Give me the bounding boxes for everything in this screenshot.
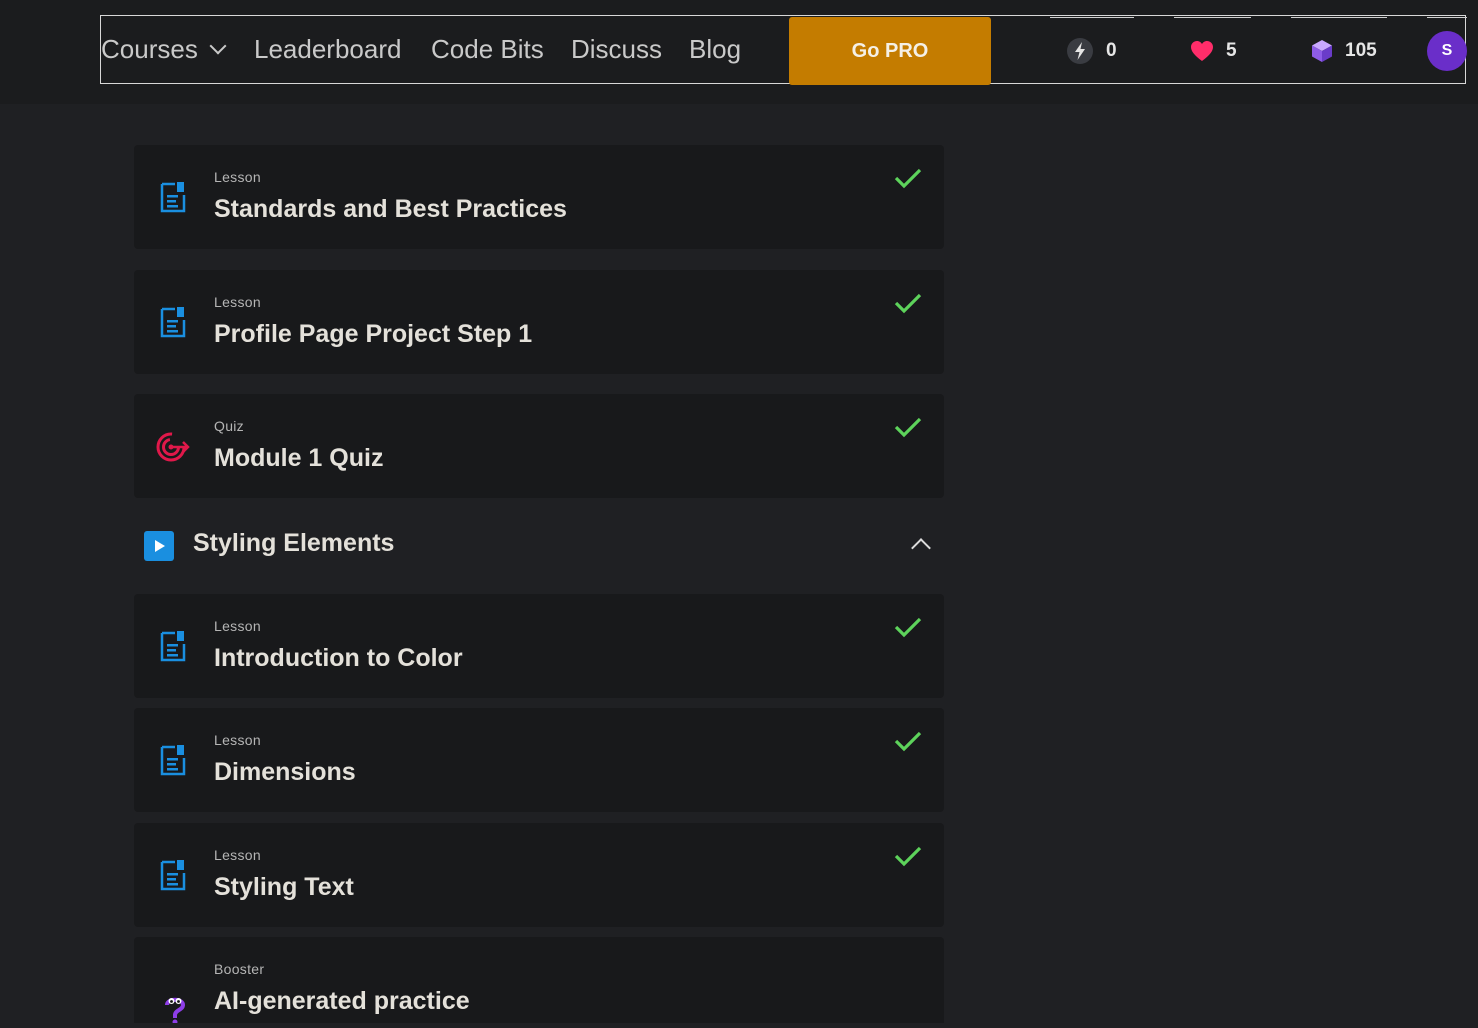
play-icon (144, 531, 174, 561)
cube-icon (1311, 39, 1333, 63)
bits-counter[interactable]: 105 (1291, 17, 1387, 85)
target-icon (156, 432, 190, 467)
stat-divider (1050, 17, 1134, 18)
nav-leaderboard-link[interactable]: Leaderboard (254, 32, 401, 66)
list-item[interactable]: Lesson Dimensions (134, 708, 944, 812)
module-section-header[interactable]: Styling Elements (134, 515, 944, 575)
item-type: Booster (214, 961, 265, 977)
item-type: Lesson (214, 618, 261, 634)
checkmark-icon (894, 730, 922, 757)
go-pro-button[interactable]: Go PRO (789, 17, 991, 85)
hearts-count: 5 (1226, 40, 1237, 61)
item-title: Module 1 Quiz (214, 444, 384, 472)
item-type: Lesson (214, 847, 261, 863)
list-item[interactable]: Booster AI-generated practice (134, 937, 944, 1025)
list-item[interactable]: Lesson Profile Page Project Step 1 (134, 270, 944, 374)
list-item[interactable]: Lesson Standards and Best Practices (134, 145, 944, 249)
item-title: Standards and Best Practices (214, 195, 567, 223)
document-icon (160, 744, 186, 781)
streak-counter[interactable]: 0 (1050, 17, 1134, 85)
user-avatar[interactable]: S (1427, 31, 1467, 71)
chevron-down-icon (209, 37, 227, 55)
top-navigation-bar: Courses Leaderboard Code Bits Discuss Bl… (0, 0, 1478, 104)
stat-divider (1427, 17, 1467, 18)
item-title: Introduction to Color (214, 644, 463, 672)
item-type: Quiz (214, 418, 244, 434)
list-item[interactable]: Lesson Styling Text (134, 823, 944, 927)
checkmark-icon (894, 616, 922, 643)
lightning-icon (1066, 37, 1094, 65)
item-type: Lesson (214, 294, 261, 310)
item-type: Lesson (214, 732, 261, 748)
nav-courses-label: Courses (101, 34, 198, 64)
nav-discuss-link[interactable]: Discuss (571, 32, 662, 66)
nav-courses-dropdown[interactable]: Courses (101, 32, 227, 66)
document-icon (160, 859, 186, 896)
document-icon (160, 630, 186, 667)
hearts-counter[interactable]: 5 (1174, 17, 1251, 85)
section-title: Styling Elements (193, 529, 395, 557)
item-title: Profile Page Project Step 1 (214, 320, 533, 348)
nav-blog-link[interactable]: Blog (689, 32, 741, 66)
item-type: Lesson (214, 169, 261, 185)
list-item[interactable]: Quiz Module 1 Quiz (134, 394, 944, 498)
checkmark-icon (894, 845, 922, 872)
list-item[interactable]: Lesson Introduction to Color (134, 594, 944, 698)
document-icon (160, 306, 186, 343)
chevron-up-icon[interactable] (911, 538, 931, 558)
heart-icon (1190, 40, 1214, 62)
item-title: Dimensions (214, 758, 356, 786)
checkmark-icon (894, 167, 922, 194)
item-title: AI-generated practice (214, 987, 470, 1015)
nav-code-bits-link[interactable]: Code Bits (431, 32, 544, 66)
item-title: Styling Text (214, 873, 354, 901)
document-icon (160, 181, 186, 218)
streak-count: 0 (1106, 40, 1117, 61)
stat-divider (1291, 17, 1387, 18)
bits-count: 105 (1345, 40, 1377, 61)
checkmark-icon (894, 416, 922, 443)
checkmark-icon (894, 292, 922, 319)
stat-divider (1174, 17, 1251, 18)
